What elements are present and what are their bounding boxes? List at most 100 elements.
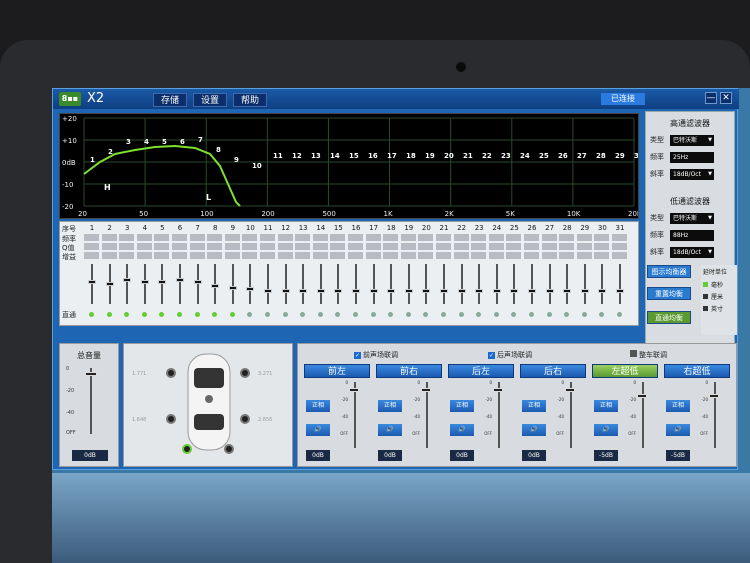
band-marker-30[interactable]: 30 xyxy=(634,152,644,160)
master-volume-knob[interactable] xyxy=(85,372,97,376)
band-freq-cell[interactable] xyxy=(260,234,275,241)
band-marker-18[interactable]: 18 xyxy=(406,152,416,160)
channel-mute-button[interactable]: 🔊 xyxy=(594,424,618,436)
band-marker-25[interactable]: 25 xyxy=(539,152,549,160)
band-freq-cell[interactable] xyxy=(207,234,223,241)
front-link-checkbox[interactable]: ✓ 前声场联调 xyxy=(354,350,398,360)
band-gain-knob[interactable] xyxy=(88,280,96,285)
band-freq-cell[interactable] xyxy=(576,234,592,241)
band-freq-cell[interactable] xyxy=(189,234,205,241)
band-gain-knob[interactable] xyxy=(369,289,378,294)
band-bypass-toggle[interactable] xyxy=(247,312,253,317)
band-q-cell[interactable] xyxy=(312,243,328,250)
band-gain-knob[interactable] xyxy=(352,289,360,294)
band-freq-cell[interactable] xyxy=(172,234,187,241)
band-freq-cell[interactable] xyxy=(524,234,539,241)
band-gain-slider[interactable] xyxy=(302,264,305,304)
band-freq-cell[interactable] xyxy=(365,234,381,241)
band-gain-cell[interactable] xyxy=(594,252,610,259)
speaker-front-right[interactable] xyxy=(240,368,250,378)
band-freq-cell[interactable] xyxy=(541,234,557,241)
band-marker-12[interactable]: 12 xyxy=(292,152,302,160)
band-gain-cell[interactable] xyxy=(506,252,522,259)
band-gain-cell[interactable] xyxy=(418,252,434,259)
band-gain-cell[interactable] xyxy=(576,252,592,259)
band-bypass-toggle[interactable] xyxy=(229,312,235,317)
band-q-cell[interactable] xyxy=(400,243,416,250)
band-gain-slider[interactable] xyxy=(601,264,604,304)
band-gain-knob[interactable] xyxy=(598,289,607,294)
band-q-cell[interactable] xyxy=(524,243,539,250)
band-gain-cell[interactable] xyxy=(101,252,117,259)
band-marker-8[interactable]: 8 xyxy=(216,146,221,154)
lp-freq-input[interactable]: 88Hz xyxy=(670,229,714,241)
band-q-cell[interactable] xyxy=(277,243,293,250)
band-freq-cell[interactable] xyxy=(383,234,399,241)
band-gain-cell[interactable] xyxy=(453,252,469,259)
band-bypass-toggle[interactable] xyxy=(493,312,499,317)
band-gain-slider[interactable] xyxy=(319,264,322,304)
band-marker-2[interactable]: 2 xyxy=(108,148,113,156)
band-bypass-toggle[interactable] xyxy=(370,312,376,317)
channel-volume-knob[interactable] xyxy=(709,394,719,399)
band-marker-20[interactable]: 20 xyxy=(444,152,454,160)
band-gain-cell[interactable] xyxy=(400,252,416,259)
band-freq-cell[interactable] xyxy=(400,234,416,241)
band-q-cell[interactable] xyxy=(224,243,240,250)
hp-slope-select[interactable]: 18dB/Oct xyxy=(670,168,714,180)
channel-phase-button[interactable]: 正相 xyxy=(378,400,402,412)
band-gain-knob[interactable] xyxy=(440,289,448,294)
band-gain-cell[interactable] xyxy=(471,252,487,259)
band-marker-9[interactable]: 9 xyxy=(234,156,239,164)
band-marker-14[interactable]: 14 xyxy=(330,152,340,160)
band-q-cell[interactable] xyxy=(453,243,469,250)
channel-phase-button[interactable]: 正相 xyxy=(594,400,618,412)
band-q-cell[interactable] xyxy=(172,243,187,250)
band-q-cell[interactable] xyxy=(612,243,627,250)
channel-phase-button[interactable]: 正相 xyxy=(306,400,330,412)
channel-phase-button[interactable]: 正相 xyxy=(450,400,474,412)
speaker-front-left[interactable] xyxy=(166,368,176,378)
band-q-cell[interactable] xyxy=(295,243,311,250)
band-gain-slider[interactable] xyxy=(355,264,357,304)
band-gain-cell[interactable] xyxy=(84,252,99,259)
band-bypass-toggle[interactable] xyxy=(89,312,94,317)
highpass-marker[interactable]: H xyxy=(104,183,111,192)
band-bypass-toggle[interactable] xyxy=(476,312,482,317)
band-marker-5[interactable]: 5 xyxy=(162,138,167,146)
channel-mute-button[interactable]: 🔊 xyxy=(306,424,330,436)
band-q-cell[interactable] xyxy=(471,243,487,250)
channel-volume-knob[interactable] xyxy=(421,388,431,393)
band-marker-4[interactable]: 4 xyxy=(144,138,149,146)
band-gain-cell[interactable] xyxy=(330,252,346,259)
band-gain-slider[interactable] xyxy=(443,264,445,304)
channel-mute-button[interactable]: 🔊 xyxy=(666,424,690,436)
band-gain-slider[interactable] xyxy=(531,264,533,304)
band-gain-cell[interactable] xyxy=(383,252,399,259)
band-gain-knob[interactable] xyxy=(616,289,624,294)
band-bypass-toggle[interactable] xyxy=(564,312,570,317)
band-gain-slider[interactable] xyxy=(495,264,498,304)
band-bypass-toggle[interactable] xyxy=(317,312,323,317)
band-gain-slider[interactable] xyxy=(267,264,269,304)
band-bypass-toggle[interactable] xyxy=(546,312,552,317)
band-q-cell[interactable] xyxy=(506,243,522,250)
band-gain-knob[interactable] xyxy=(123,278,132,283)
band-bypass-toggle[interactable] xyxy=(529,312,534,317)
band-gain-cell[interactable] xyxy=(524,252,539,259)
band-bypass-toggle[interactable] xyxy=(511,312,517,317)
band-gain-cell[interactable] xyxy=(541,252,557,259)
band-gain-cell[interactable] xyxy=(295,252,311,259)
band-gain-slider[interactable] xyxy=(513,264,516,304)
band-gain-cell[interactable] xyxy=(365,252,381,259)
band-marker-22[interactable]: 22 xyxy=(482,152,492,160)
band-bypass-toggle[interactable] xyxy=(458,312,464,317)
band-freq-cell[interactable] xyxy=(594,234,610,241)
band-freq-cell[interactable] xyxy=(101,234,117,241)
channel-volume-slider[interactable] xyxy=(642,382,644,448)
channel-volume-knob[interactable] xyxy=(493,388,503,393)
band-q-cell[interactable] xyxy=(488,243,504,250)
band-freq-cell[interactable] xyxy=(277,234,293,241)
band-gain-knob[interactable] xyxy=(387,289,396,294)
band-q-cell[interactable] xyxy=(136,243,152,250)
